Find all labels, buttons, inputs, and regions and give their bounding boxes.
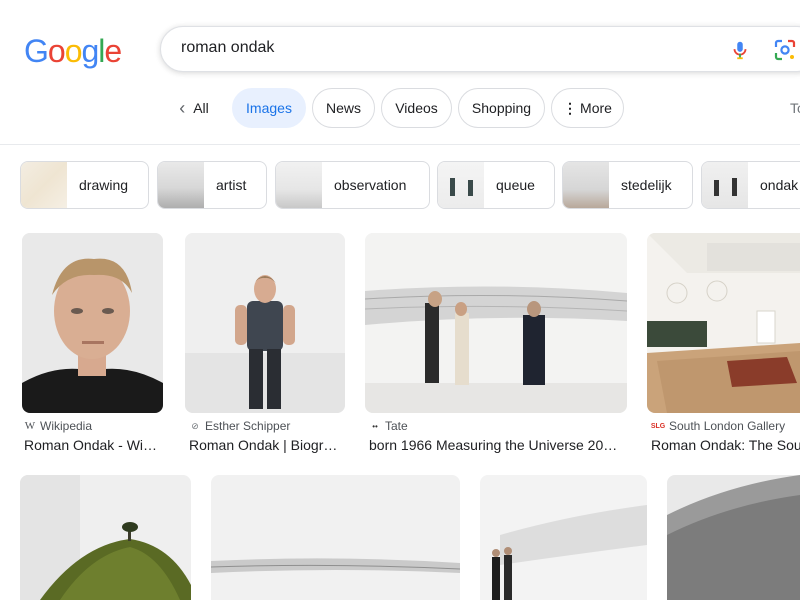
measuring-universe-image [365,233,627,413]
wall-texture-image [667,475,800,600]
tools-button[interactable]: To [790,100,800,116]
portrait-image [22,233,163,413]
tate-icon: •• [372,421,378,431]
wall-marks-image [211,475,460,600]
tab-videos[interactable]: Videos [381,88,452,128]
result-thumbnail[interactable] [22,233,163,413]
result-thumbnail[interactable] [365,233,627,413]
result-title[interactable]: Roman Ondak | Biogra… [189,437,345,453]
result-thumbnail[interactable] [667,475,800,600]
result-thumbnail[interactable] [185,233,345,413]
wikipedia-icon: W [24,420,36,432]
result-source: •• Tate [369,419,408,433]
chip-queue[interactable]: queue [437,161,555,209]
chip-thumbnail [438,162,484,208]
chip-thumbnail [21,162,67,208]
slg-icon: SLG [650,422,666,430]
result-title[interactable]: born 1966 Measuring the Universe 20… [369,437,627,453]
back-chevron-icon: ‹ [179,97,186,118]
result-thumbnail[interactable] [480,475,647,600]
tab-shopping[interactable]: Shopping [458,88,545,128]
result-thumbnail[interactable] [211,475,460,600]
more-dots-icon: ⋮ [563,99,578,116]
chip-thumbnail [276,162,322,208]
result-source: W Wikipedia [24,419,93,433]
people-wall-image [480,475,647,600]
tab-news[interactable]: News [312,88,375,128]
tab-images[interactable]: Images [232,88,306,128]
grass-mound-image [20,475,191,600]
chip-artist[interactable]: artist [157,161,267,209]
tab-more[interactable]: ⋮ More [551,88,624,128]
chip-thumbnail [702,162,748,208]
chip-ondak[interactable]: ondak [701,161,800,209]
result-thumbnail[interactable] [647,233,800,413]
tab-all[interactable]: ‹ All [168,88,220,128]
chip-stedelijk[interactable]: stedelijk [562,161,693,209]
search-box[interactable] [160,26,800,72]
chip-thumbnail [563,162,609,208]
microphone-icon[interactable] [729,38,751,62]
google-lens-icon[interactable] [773,38,797,62]
result-source: SLG South London Gallery [650,419,786,433]
chip-thumbnail [158,162,204,208]
result-source: ⊘ Esther Schipper [189,419,290,433]
link-icon: ⊘ [191,420,199,431]
result-title[interactable]: Roman Ondak: The Sou [651,437,800,453]
artist-photo-image [185,233,345,413]
chip-drawing[interactable]: drawing [20,161,149,209]
search-input[interactable] [181,39,701,57]
search-tabs: ‹ All Images News Videos Shopping ⋮ More [0,88,800,128]
gallery-interior-image [647,233,800,413]
chip-observation[interactable]: observation [275,161,430,209]
result-thumbnail[interactable] [20,475,191,600]
header-divider [0,144,800,145]
result-title[interactable]: Roman Ondak - Wik… [24,437,164,453]
google-logo[interactable]: Google [24,33,122,70]
